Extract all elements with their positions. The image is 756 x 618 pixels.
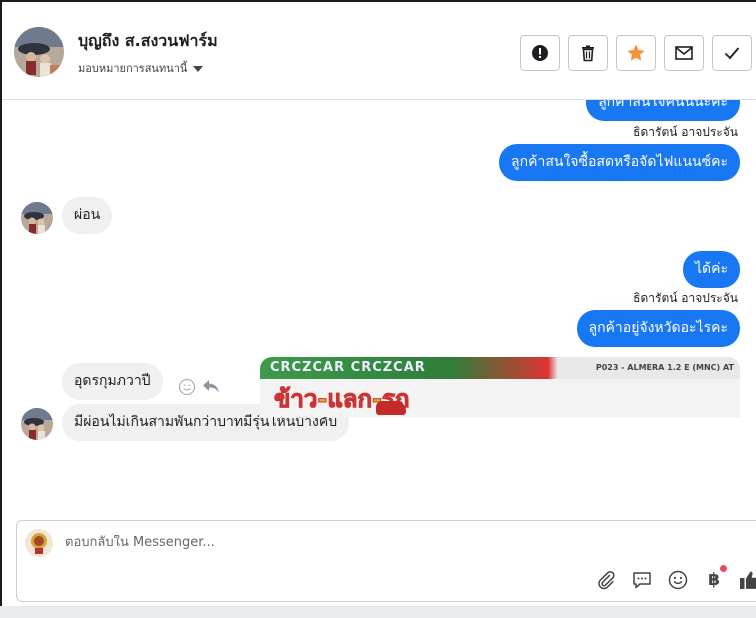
message-outgoing[interactable]: ลูกค้าสนใจซื้อสดหรือจัดไฟแนนซ์คะ xyxy=(499,144,740,181)
contact-avatar[interactable] xyxy=(14,27,64,77)
message-outgoing[interactable]: ลูกค้าสนใจคันนี้นะคะ xyxy=(586,100,740,121)
message-thread[interactable]: ลูกค้าสนใจคันนี้นะคะ ธิดารัตน์ อาจประจัน… xyxy=(2,100,742,508)
star-button[interactable] xyxy=(616,35,656,71)
page-avatar xyxy=(25,529,53,557)
thumbs-up-icon xyxy=(740,571,756,589)
contact-avatar-small[interactable] xyxy=(21,202,53,234)
mark-unread-button[interactable] xyxy=(664,35,704,71)
report-button[interactable] xyxy=(520,35,560,71)
envelope-icon xyxy=(675,46,693,60)
sender-name: ธิดารัตน์ อาจประจัน xyxy=(633,291,738,305)
message-outgoing[interactable]: ได้ค่ะ xyxy=(682,251,740,288)
message-incoming[interactable]: ผ่อน xyxy=(62,197,113,234)
image-banner-text: CRCZCAR CRCZCAR xyxy=(270,360,426,375)
emoji-icon xyxy=(668,570,688,590)
window-bottom-edge xyxy=(0,606,756,618)
assign-conversation-dropdown[interactable]: มอบหมายการสนทนานี้ xyxy=(78,59,204,77)
reply-icon[interactable] xyxy=(202,378,220,394)
image-attachment[interactable]: CRCZCAR CRCZCAR P023 - ALMERA 1.2 E (MNC… xyxy=(260,357,740,417)
star-icon xyxy=(627,44,645,61)
report-icon xyxy=(532,45,548,61)
saved-reply-button[interactable] xyxy=(631,569,653,591)
like-button[interactable] xyxy=(739,569,756,591)
contact-name: บุญถึง ส.สงวนฟาร์ม xyxy=(78,31,218,50)
contact-avatar-small[interactable] xyxy=(21,408,53,440)
sender-name: ธิดารัตน์ อาจประจัน xyxy=(633,125,738,139)
saved-reply-icon xyxy=(633,572,651,589)
composer-tools: ฿ xyxy=(595,565,756,591)
delete-button[interactable] xyxy=(568,35,608,71)
notification-dot xyxy=(720,565,727,572)
image-model-code: P023 - ALMERA 1.2 E (MNC) AT xyxy=(595,363,734,372)
emoji-button[interactable] xyxy=(667,569,689,591)
baht-icon: ฿ xyxy=(708,570,720,590)
react-emoji-icon[interactable] xyxy=(178,378,196,396)
assign-label: มอบหมายการสนทนานี้ xyxy=(78,62,188,75)
check-icon xyxy=(724,47,740,60)
payment-button[interactable]: ฿ xyxy=(703,565,727,591)
header-actions xyxy=(520,35,752,71)
caret-down-icon xyxy=(193,65,204,72)
reply-input[interactable] xyxy=(65,535,685,550)
attach-button[interactable] xyxy=(595,569,617,591)
reply-composer: ฿ xyxy=(16,520,756,602)
message-outgoing[interactable]: ลูกค้าอยู่จังหวัดอะไรคะ xyxy=(576,310,740,347)
car-graphic xyxy=(376,401,406,415)
conversation-header: บุญถึง ส.สงวนฟาร์ม มอบหมายการสนทนานี้ xyxy=(2,2,756,100)
trash-icon xyxy=(582,45,594,62)
mark-done-button[interactable] xyxy=(712,35,752,71)
scrollbar[interactable] xyxy=(742,100,756,510)
attach-icon xyxy=(598,571,615,590)
message-incoming[interactable]: อุดรกุมภวาปี xyxy=(62,363,163,400)
messenger-window: บุญถึง ส.สงวนฟาร์ม มอบหมายการสนทนานี้ ลู… xyxy=(0,0,756,618)
